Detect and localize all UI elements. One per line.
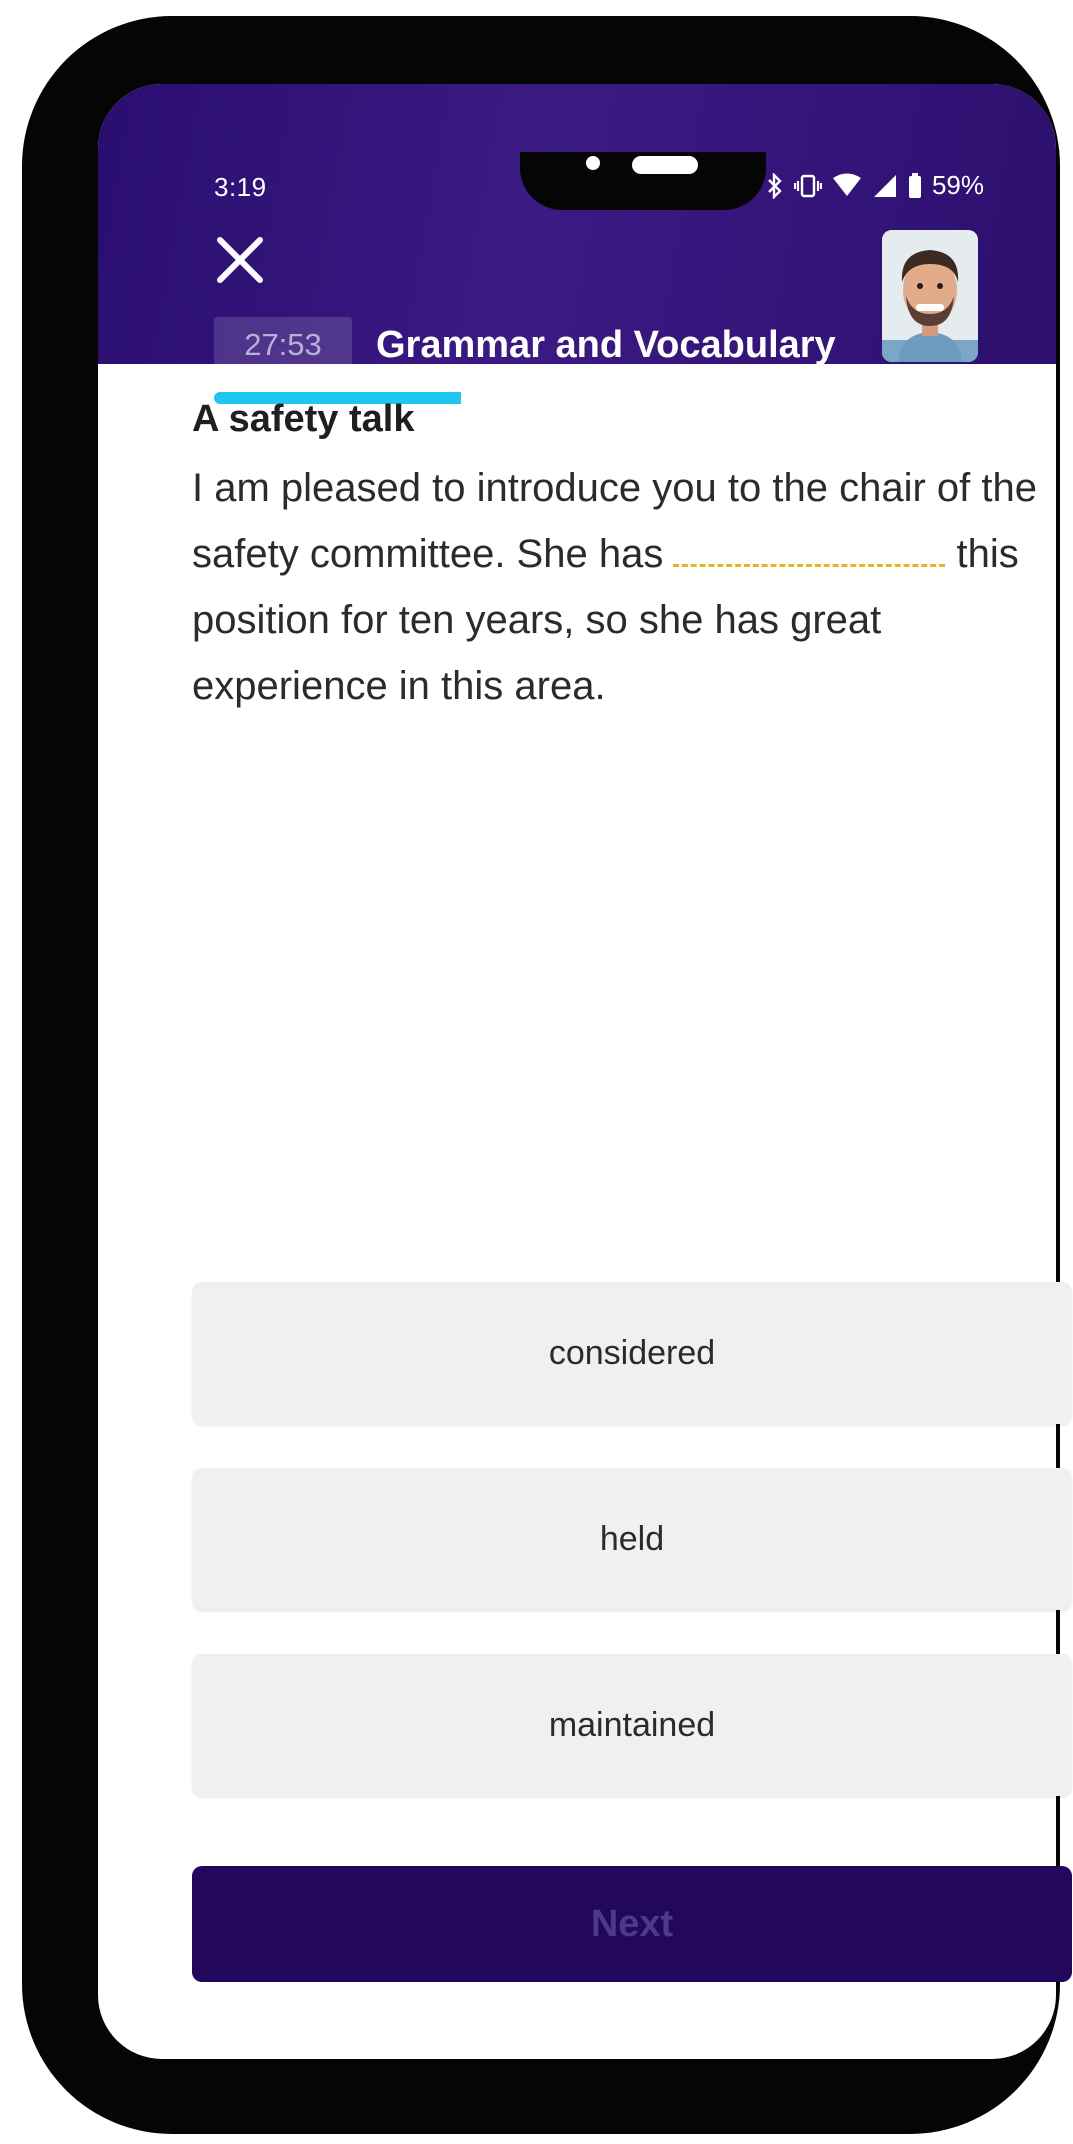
wifi-icon — [832, 173, 862, 199]
signal-icon — [872, 173, 898, 199]
countdown-timer: 27:53 — [214, 317, 352, 373]
section-title: Grammar and Vocabulary — [376, 324, 836, 366]
status-time: 3:19 — [214, 172, 267, 202]
answer-option[interactable]: held — [192, 1468, 1072, 1610]
vibrate-icon — [793, 173, 823, 199]
answer-option[interactable]: maintained — [192, 1654, 1072, 1796]
test-header: 3:19 59% 27:53 Grammar and Vocabulary — [98, 84, 1056, 404]
battery-icon — [908, 172, 922, 199]
next-button[interactable]: Next — [192, 1866, 1072, 1982]
answer-options: considered held maintained — [192, 1282, 1072, 1840]
passage-text: I am pleased to introduce you to the cha… — [192, 455, 1072, 719]
close-icon[interactable] — [214, 234, 266, 286]
camera-dot — [586, 156, 600, 170]
answer-blank[interactable] — [673, 546, 946, 567]
answer-option[interactable]: considered — [192, 1282, 1072, 1424]
bluetooth-icon — [766, 171, 784, 200]
battery-percent: 59% — [931, 170, 984, 200]
examiner-avatar — [882, 230, 978, 362]
status-icons: 59% — [766, 170, 984, 201]
question-area: A safety talk I am pleased to introduce … — [192, 398, 1072, 719]
speaker-slot — [632, 156, 698, 174]
passage-title: A safety talk — [192, 398, 415, 440]
